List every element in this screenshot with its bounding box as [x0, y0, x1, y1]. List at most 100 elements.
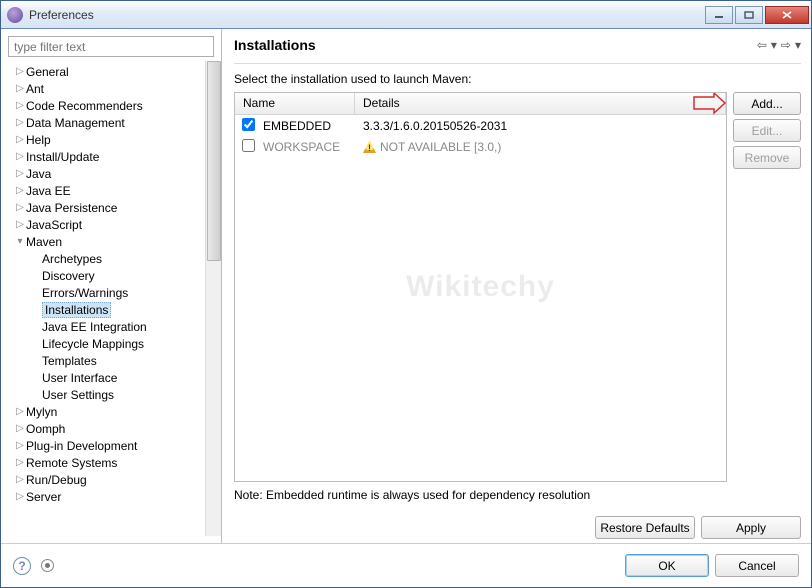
tree-child-item[interactable]: User Settings	[8, 386, 221, 403]
tree-item[interactable]: ▷Java	[8, 165, 221, 182]
tree-item[interactable]: ▷Run/Debug	[8, 471, 221, 488]
dialog-footer: ? OK Cancel	[1, 543, 811, 587]
left-panel: ▷General▷Ant▷Code Recommenders▷Data Mana…	[1, 29, 222, 543]
note-text: Note: Embedded runtime is always used fo…	[234, 488, 801, 502]
tree-item[interactable]: ▷Java Persistence	[8, 199, 221, 216]
minimize-button[interactable]	[705, 6, 733, 24]
tree-item-label: Java Persistence	[26, 201, 117, 215]
apply-button[interactable]: Apply	[701, 516, 801, 539]
tree-item[interactable]: ▷Data Management	[8, 114, 221, 131]
tree-item-label: User Interface	[42, 371, 117, 385]
row-checkbox[interactable]	[242, 139, 255, 152]
tree-child-item[interactable]: Lifecycle Mappings	[8, 335, 221, 352]
remove-button[interactable]: Remove	[733, 146, 801, 169]
restore-defaults-button[interactable]: Restore Defaults	[595, 516, 695, 539]
expand-icon[interactable]: ▷	[14, 168, 26, 179]
tree-item[interactable]: ▷Mylyn	[8, 403, 221, 420]
tree-item-label: Discovery	[42, 269, 95, 283]
expand-icon[interactable]: ▷	[14, 440, 26, 451]
page-footer-buttons: Restore Defaults Apply	[234, 510, 801, 539]
expand-icon[interactable]: ▷	[14, 474, 26, 485]
row-details: !NOT AVAILABLE [3.0,)	[355, 140, 501, 154]
tree-item[interactable]: ▷Code Recommenders	[8, 97, 221, 114]
expand-icon[interactable]: ▷	[14, 66, 26, 77]
tree-item-label: Remote Systems	[26, 456, 117, 470]
status-icon[interactable]	[41, 559, 54, 572]
expand-icon[interactable]: ▷	[14, 423, 26, 434]
tree-item[interactable]: ▷Oomph	[8, 420, 221, 437]
table-row[interactable]: WORKSPACE!NOT AVAILABLE [3.0,)	[235, 136, 726, 157]
table-body: EMBEDDED3.3.3/1.6.0.20150526-2031WORKSPA…	[235, 115, 726, 481]
preferences-tree[interactable]: ▷General▷Ant▷Code Recommenders▷Data Mana…	[8, 61, 221, 507]
tree-item[interactable]: ▷Ant	[8, 80, 221, 97]
table-area: Name Details EMBEDDED3.3.3/1.6.0.2015052…	[234, 92, 801, 482]
table-header: Name Details	[235, 93, 726, 115]
tree-child-item[interactable]: Installations	[8, 301, 221, 318]
installations-table: Name Details EMBEDDED3.3.3/1.6.0.2015052…	[234, 92, 727, 482]
row-details: 3.3.3/1.6.0.20150526-2031	[355, 119, 507, 133]
back-menu-icon[interactable]: ▾	[771, 38, 777, 52]
tree-child-item[interactable]: Archetypes	[8, 250, 221, 267]
ok-button[interactable]: OK	[625, 554, 709, 577]
close-button[interactable]	[765, 6, 809, 24]
tree-scrollbar[interactable]	[205, 61, 221, 536]
expand-icon[interactable]: ▷	[14, 151, 26, 162]
expand-icon[interactable]: ▷	[14, 457, 26, 468]
add-button[interactable]: Add...	[733, 92, 801, 115]
forward-menu-icon[interactable]: ▾	[795, 38, 801, 52]
tree-scroll-thumb[interactable]	[207, 61, 221, 261]
tree-item[interactable]: ▷Plug-in Development	[8, 437, 221, 454]
tree-item[interactable]: ▷Java EE	[8, 182, 221, 199]
page-description: Select the installation used to launch M…	[234, 72, 801, 86]
expand-icon[interactable]: ▷	[14, 83, 26, 94]
tree-item-label: Java EE	[26, 184, 71, 198]
edit-button[interactable]: Edit...	[733, 119, 801, 142]
expand-icon[interactable]: ▷	[14, 134, 26, 145]
filter-input[interactable]	[8, 36, 214, 57]
expand-icon[interactable]: ▷	[14, 185, 26, 196]
expand-icon[interactable]: ▷	[14, 491, 26, 502]
tree-child-item[interactable]: Templates	[8, 352, 221, 369]
tree-item-label: JavaScript	[26, 218, 82, 232]
expand-icon[interactable]: ▷	[14, 100, 26, 111]
tree-item-label: Archetypes	[42, 252, 102, 266]
expand-icon[interactable]: ▷	[14, 219, 26, 230]
tree-item[interactable]: ▾Maven	[8, 233, 221, 250]
tree-child-item[interactable]: Errors/Warnings	[8, 284, 221, 301]
tree-item[interactable]: ▷JavaScript	[8, 216, 221, 233]
back-icon[interactable]: ⇦	[757, 38, 767, 52]
tree-item[interactable]: ▷General	[8, 63, 221, 80]
tree-child-item[interactable]: User Interface	[8, 369, 221, 386]
window-title: Preferences	[29, 8, 705, 22]
tree-item[interactable]: ▷Server	[8, 488, 221, 505]
warning-icon: !	[363, 140, 376, 153]
help-icon[interactable]: ?	[13, 557, 31, 575]
tree-child-item[interactable]: Java EE Integration	[8, 318, 221, 335]
tree-item[interactable]: ▷Remote Systems	[8, 454, 221, 471]
titlebar: Preferences	[1, 1, 811, 29]
tree-item-label: Errors/Warnings	[42, 286, 128, 300]
expand-icon[interactable]: ▷	[14, 117, 26, 128]
forward-icon[interactable]: ⇨	[781, 38, 791, 52]
tree-item-label: Maven	[26, 235, 62, 249]
tree-wrap: ▷General▷Ant▷Code Recommenders▷Data Mana…	[8, 61, 221, 536]
app-icon	[7, 7, 23, 23]
expand-icon[interactable]: ▷	[14, 406, 26, 417]
row-name: EMBEDDED	[261, 119, 355, 133]
row-checkbox[interactable]	[242, 118, 255, 131]
tree-item[interactable]: ▷Install/Update	[8, 148, 221, 165]
column-name[interactable]: Name	[235, 93, 355, 114]
expand-icon[interactable]: ▾	[14, 236, 26, 247]
column-details[interactable]: Details	[355, 93, 726, 114]
table-row[interactable]: EMBEDDED3.3.3/1.6.0.20150526-2031	[235, 115, 726, 136]
side-buttons: Add... Edit... Remove	[733, 92, 801, 482]
expand-icon[interactable]: ▷	[14, 202, 26, 213]
tree-item-label: Mylyn	[26, 405, 57, 419]
tree-item-label: General	[26, 65, 69, 79]
tree-item[interactable]: ▷Help	[8, 131, 221, 148]
row-name: WORKSPACE	[261, 140, 355, 154]
tree-item-label: Installations	[42, 302, 111, 318]
maximize-button[interactable]	[735, 6, 763, 24]
cancel-button[interactable]: Cancel	[715, 554, 799, 577]
tree-child-item[interactable]: Discovery	[8, 267, 221, 284]
